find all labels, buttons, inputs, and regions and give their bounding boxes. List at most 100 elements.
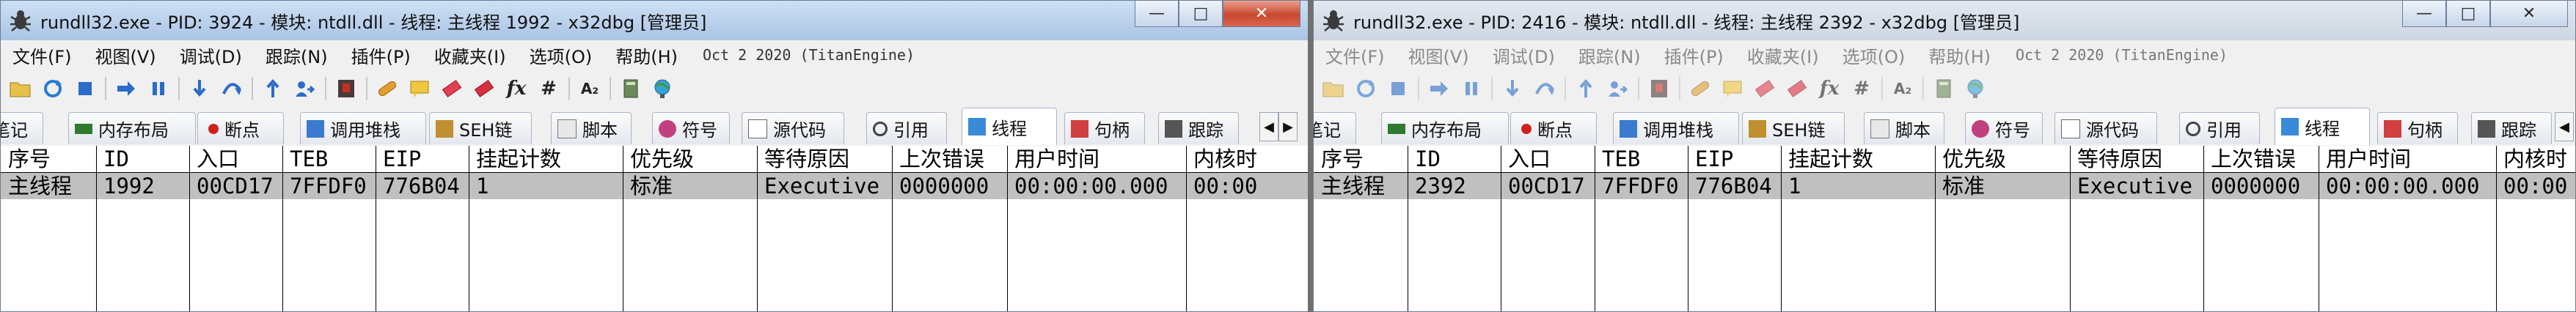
menu-trace[interactable]: 跟踪(N) [1567,42,1653,68]
menu-debug[interactable]: 调试(D) [1481,42,1567,68]
column-header[interactable]: 入口 [1501,146,1595,172]
column-header[interactable]: 入口 [189,146,282,172]
column-divider[interactable] [96,146,97,311]
hash-icon[interactable]: # [536,76,561,101]
step-into-icon[interactable] [187,76,212,101]
menu-trace[interactable]: 跟踪(N) [254,42,340,68]
column-divider[interactable] [189,146,190,311]
column-header[interactable]: 挂起计数 [1781,146,1935,172]
open-folder-icon[interactable] [1321,76,1346,101]
globe-icon[interactable] [1964,76,1988,101]
tab-memory-map[interactable]: 内存布局 [68,112,196,144]
tab-symbols[interactable]: 符号 [652,112,730,144]
run-icon[interactable] [114,76,139,101]
settings-icon[interactable] [1931,76,1956,101]
column-divider[interactable] [892,146,893,311]
execute-till-return-icon[interactable] [260,76,285,101]
run-icon[interactable] [1427,76,1452,101]
maximize-button[interactable]: □ [1179,1,1223,27]
label-icon[interactable] [439,76,464,101]
tab-trace[interactable]: 跟踪 [2471,112,2552,144]
column-divider[interactable] [1781,146,1782,311]
column-header[interactable]: 内核时 [1186,146,1303,172]
title-bar[interactable]: rundll32.exe - PID: 2416 - 模块: ntdll.dll… [1314,1,2575,40]
tab-call-stack[interactable]: 调用堆栈 [300,112,426,144]
column-header[interactable]: 优先级 [1935,146,2070,172]
patch-icon[interactable] [375,76,400,101]
menu-debug[interactable]: 调试(D) [168,42,254,68]
comment-icon[interactable] [407,76,432,101]
column-divider[interactable] [2496,146,2497,311]
column-header[interactable]: 等待原因 [2070,146,2203,172]
tab-scroll-left[interactable]: ◀ [1259,112,1278,141]
tab-seh-chain[interactable]: SEH链 [429,112,532,144]
column-header[interactable]: 用户时间 [2319,146,2496,172]
tab-threads[interactable]: 线程 [2275,108,2370,145]
tab-symbols[interactable]: 符号 [1965,112,2043,144]
function-icon[interactable]: fx [1817,76,1842,101]
maximize-button[interactable]: □ [2446,1,2490,27]
column-header[interactable]: 优先级 [623,146,757,172]
tab-references[interactable]: 引用 [866,112,947,144]
tab-scroll-right[interactable]: ▶ [1278,112,1298,141]
tab-source[interactable]: 源代码 [742,112,844,144]
bookmark-icon[interactable] [1785,76,1810,101]
menu-favourites[interactable]: 收藏夹(I) [422,42,518,68]
column-header[interactable]: 序号 [1,146,96,172]
bookmark-icon[interactable] [472,76,497,101]
pause-icon[interactable] [1459,76,1484,101]
menu-options[interactable]: 选项(O) [518,42,604,68]
tab-notes[interactable]: 笔记 [1,112,43,144]
column-header[interactable]: TEB [282,146,376,172]
column-divider[interactable] [2203,146,2204,311]
tab-scroll-left[interactable]: ◀ [2555,112,2574,141]
script-icon[interactable] [1647,76,1672,101]
column-header[interactable]: 用户时间 [1007,146,1186,172]
execute-till-return-icon[interactable] [1573,76,1598,101]
column-header[interactable]: TEB [1595,146,1688,172]
menu-plugins[interactable]: 插件(P) [1653,42,1735,68]
tab-handles[interactable]: 句柄 [2377,112,2458,144]
tab-script[interactable]: 脚本 [1864,112,1944,144]
step-into-icon[interactable] [1500,76,1525,101]
tab-call-stack[interactable]: 调用堆栈 [1613,112,1739,144]
column-header[interactable]: 上次错误 [892,146,1007,172]
close-button[interactable]: ✕ [1223,1,1300,27]
column-header[interactable]: EIP [1688,146,1781,172]
tab-breakpoints[interactable]: 断点 [1510,112,1597,144]
tab-memory-map[interactable]: 内存布局 [1381,112,1509,144]
font-icon[interactable]: A₂ [1890,76,1915,101]
menu-plugins[interactable]: 插件(P) [340,42,422,68]
column-divider[interactable] [1007,146,1008,311]
minimize-button[interactable]: — [2402,1,2446,27]
column-header[interactable]: 序号 [1314,146,1408,172]
menu-options[interactable]: 选项(O) [1831,42,1917,68]
open-folder-icon[interactable] [8,76,33,101]
column-header[interactable]: EIP [376,146,469,172]
stop-icon[interactable] [73,76,98,101]
menu-view[interactable]: 视图(V) [84,42,168,68]
tab-threads[interactable]: 线程 [962,108,1057,145]
restart-icon[interactable] [40,76,65,101]
tab-script[interactable]: 脚本 [551,112,632,144]
settings-icon[interactable] [618,76,643,101]
restart-icon[interactable] [1353,76,1378,101]
column-header[interactable]: 上次错误 [2203,146,2319,172]
menu-favourites[interactable]: 收藏夹(I) [1735,42,1831,68]
menu-file[interactable]: 文件(F) [1314,42,1397,68]
function-icon[interactable]: fx [504,76,529,101]
column-header[interactable]: 等待原因 [757,146,892,172]
table-row[interactable]: 主线程 1992 00CD17 7FFDF0 776B04 1 标准 Execu… [1,173,1308,199]
tab-source[interactable]: 源代码 [2054,112,2157,144]
column-divider[interactable] [1186,146,1187,311]
column-divider[interactable] [282,146,283,311]
column-divider[interactable] [2070,146,2071,311]
column-divider[interactable] [757,146,758,311]
globe-icon[interactable] [651,76,676,101]
tab-trace[interactable]: 跟踪 [1158,112,1239,144]
hash-icon[interactable]: # [1849,76,1874,101]
table-row[interactable]: 主线程 2392 00CD17 7FFDF0 776B04 1 标准 Execu… [1314,173,2575,199]
pause-icon[interactable] [146,76,171,101]
tab-handles[interactable]: 句柄 [1064,112,1145,144]
comment-icon[interactable] [1720,76,1745,101]
